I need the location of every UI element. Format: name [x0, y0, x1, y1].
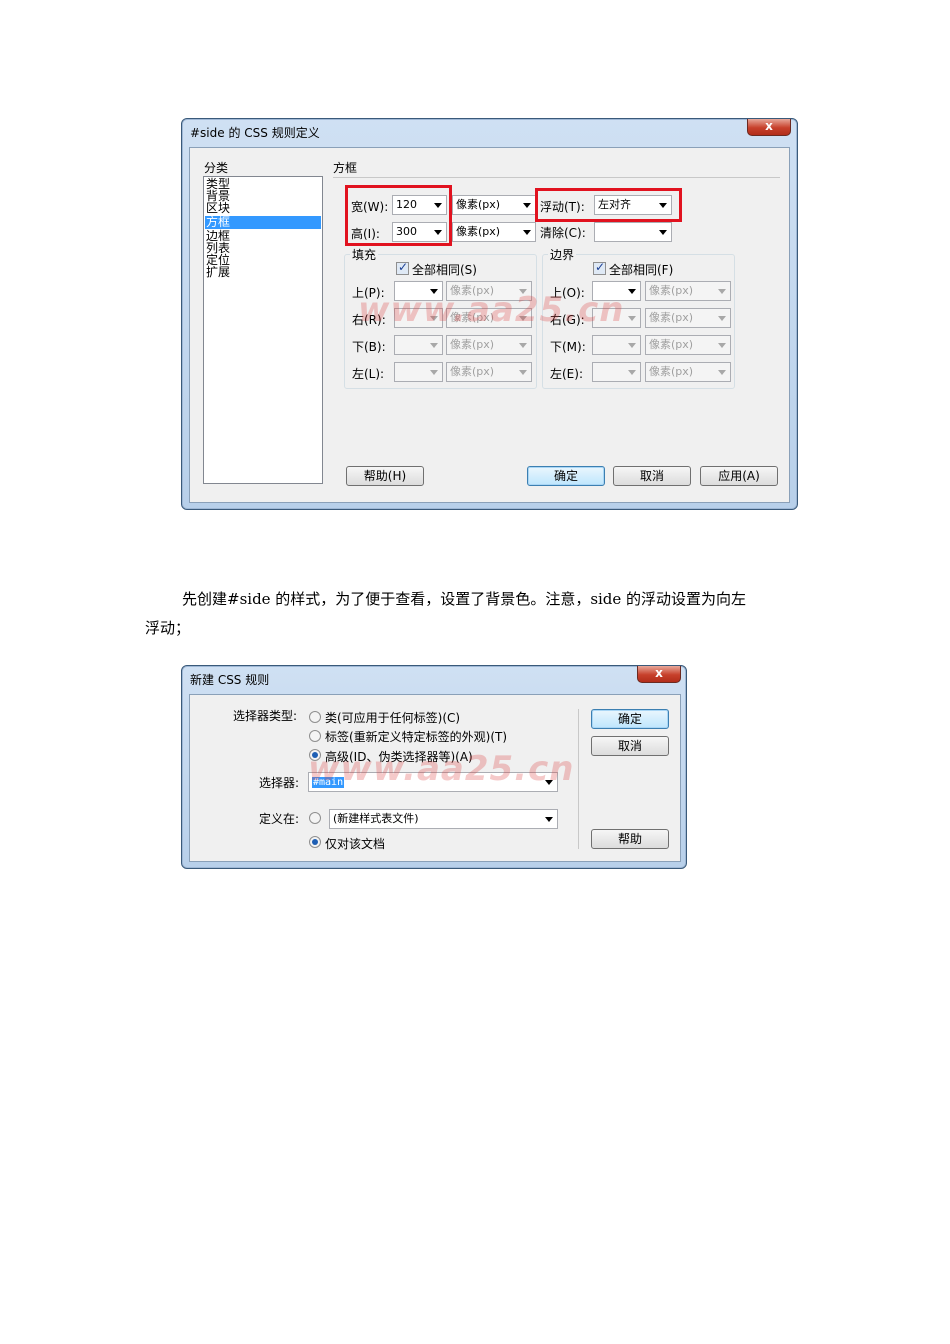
cancel-button[interactable]: 取消 [613, 466, 691, 486]
width-height-highlight [345, 185, 452, 246]
category-item-box[interactable]: 方框 [205, 216, 321, 229]
watermark: www.aa25.cn [358, 290, 625, 330]
selector-type-class-radio[interactable] [309, 711, 321, 723]
close-button[interactable]: x [747, 119, 791, 136]
chevron-down-icon [523, 230, 531, 235]
selector-type-tag-radio[interactable] [309, 730, 321, 742]
unit-value: 像素(px) [649, 311, 694, 324]
ok-button[interactable]: 确定 [527, 466, 605, 486]
category-item-label: 方框 [206, 215, 231, 229]
chevron-down-icon [628, 343, 636, 348]
help-button[interactable]: 帮助(H) [346, 466, 424, 486]
paragraph-line-2: 浮动； [145, 619, 191, 637]
paragraph-line-1: 先创建#side 的样式，为了便于查看，设置了背景色。注意，side 的浮动设置… [182, 590, 747, 608]
define-in-stylesheet-radio[interactable] [309, 812, 321, 824]
category-item-label: 扩展 [206, 265, 231, 279]
padding-bottom-label: 下(B): [352, 340, 386, 354]
height-unit-combo[interactable]: 像素(px) [452, 222, 536, 242]
float-highlight [535, 188, 682, 222]
ok-button[interactable]: 确定 [591, 709, 669, 729]
help-button[interactable]: 帮助 [591, 829, 669, 849]
chevron-down-icon [659, 230, 667, 235]
chevron-down-icon [718, 343, 726, 348]
chevron-down-icon [628, 316, 636, 321]
margin-left-unit-combo: 像素(px) [645, 362, 731, 382]
chevron-down-icon [430, 343, 438, 348]
chevron-down-icon [519, 343, 527, 348]
close-button[interactable]: x [637, 666, 681, 683]
chevron-down-icon [718, 370, 726, 375]
clear-combo[interactable] [594, 222, 672, 242]
padding-same-checkbox[interactable] [396, 260, 409, 275]
panel-title: 方框 [333, 161, 358, 175]
margin-same-checkbox[interactable] [593, 260, 606, 275]
chevron-down-icon [718, 316, 726, 321]
watermark: www.aa25.cn [308, 749, 575, 789]
padding-left-combo [394, 362, 443, 382]
padding-bottom-combo [394, 335, 443, 355]
selector-type-class-label: 类(可应用于任何标签)(C) [325, 711, 461, 725]
chevron-down-icon [718, 289, 726, 294]
chevron-down-icon [545, 817, 553, 822]
cancel-button[interactable]: 取消 [591, 736, 669, 756]
category-item-extensions[interactable]: 扩展 [206, 266, 230, 279]
unit-value: 像素(px) [649, 365, 694, 378]
margin-bottom-label: 下(M): [550, 340, 586, 354]
panel-title-divider [333, 177, 780, 178]
category-list[interactable]: 类型 背景 区块 方框 边框 列表 定位 扩展 [203, 176, 323, 484]
margin-right-unit-combo: 像素(px) [645, 308, 731, 328]
margin-left-label: 左(E): [550, 367, 583, 381]
define-in-stylesheet-combo[interactable]: (新建样式表文件) [329, 809, 558, 829]
padding-left-label: 左(L): [352, 367, 385, 381]
button-divider [578, 709, 579, 849]
margin-group-title: 边界 [548, 246, 577, 263]
padding-same-label: 全部相同(S) [412, 263, 477, 277]
margin-same-label: 全部相同(F) [609, 263, 674, 277]
chevron-down-icon [430, 370, 438, 375]
css-rule-definition-dialog: #side 的 CSS 规则定义 x 分类 类型 背景 区块 方框 边框 列表 … [181, 118, 798, 510]
category-item-block[interactable]: 区块 [206, 202, 230, 215]
selector-type-tag-label: 标签(重新定义特定标签的外观)(T) [325, 730, 508, 744]
close-icon: x [765, 119, 773, 133]
width-unit-value: 像素(px) [456, 198, 501, 211]
chevron-down-icon [628, 289, 636, 294]
height-unit-value: 像素(px) [456, 225, 501, 238]
selector-type-label: 选择器类型: [233, 709, 298, 723]
define-in-stylesheet-value: (新建样式表文件) [333, 812, 419, 825]
define-in-document-radio[interactable] [309, 836, 321, 848]
close-icon: x [655, 666, 663, 680]
apply-button[interactable]: 应用(A) [700, 466, 778, 486]
dialog-title: #side 的 CSS 规则定义 [190, 126, 320, 140]
margin-top-unit-combo: 像素(px) [645, 281, 731, 301]
padding-group-title: 填充 [350, 246, 379, 263]
padding-bottom-unit-combo: 像素(px) [446, 335, 532, 355]
unit-value: 像素(px) [450, 338, 495, 351]
category-item-label: 区块 [206, 201, 231, 215]
new-css-rule-dialog: 新建 CSS 规则 x 选择器类型: 类(可应用于任何标签)(C) 标签(重新定… [181, 665, 687, 869]
chevron-down-icon [523, 203, 531, 208]
chevron-down-icon [519, 370, 527, 375]
clear-label: 清除(C): [540, 226, 586, 240]
width-unit-combo[interactable]: 像素(px) [452, 195, 536, 215]
body-paragraph: 先创建#side 的样式，为了便于查看，设置了背景色。注意，side 的浮动设置… [145, 585, 810, 643]
dialog-title: 新建 CSS 规则 [190, 673, 270, 687]
unit-value: 像素(px) [649, 284, 694, 297]
margin-left-combo [592, 362, 641, 382]
margin-bottom-unit-combo: 像素(px) [645, 335, 731, 355]
margin-bottom-combo [592, 335, 641, 355]
unit-value: 像素(px) [450, 365, 495, 378]
dialog-client-area: 分类 类型 背景 区块 方框 边框 列表 定位 扩展 方框 宽(W): 120 … [189, 147, 790, 503]
define-in-label: 定义在: [259, 812, 300, 826]
padding-left-unit-combo: 像素(px) [446, 362, 532, 382]
unit-value: 像素(px) [649, 338, 694, 351]
selector-label: 选择器: [259, 776, 300, 790]
dialog-client-area: 选择器类型: 类(可应用于任何标签)(C) 标签(重新定义特定标签的外观)(T)… [189, 694, 681, 862]
chevron-down-icon [628, 370, 636, 375]
define-in-document-label: 仅对该文档 [325, 837, 386, 851]
category-header: 分类 [204, 161, 229, 175]
